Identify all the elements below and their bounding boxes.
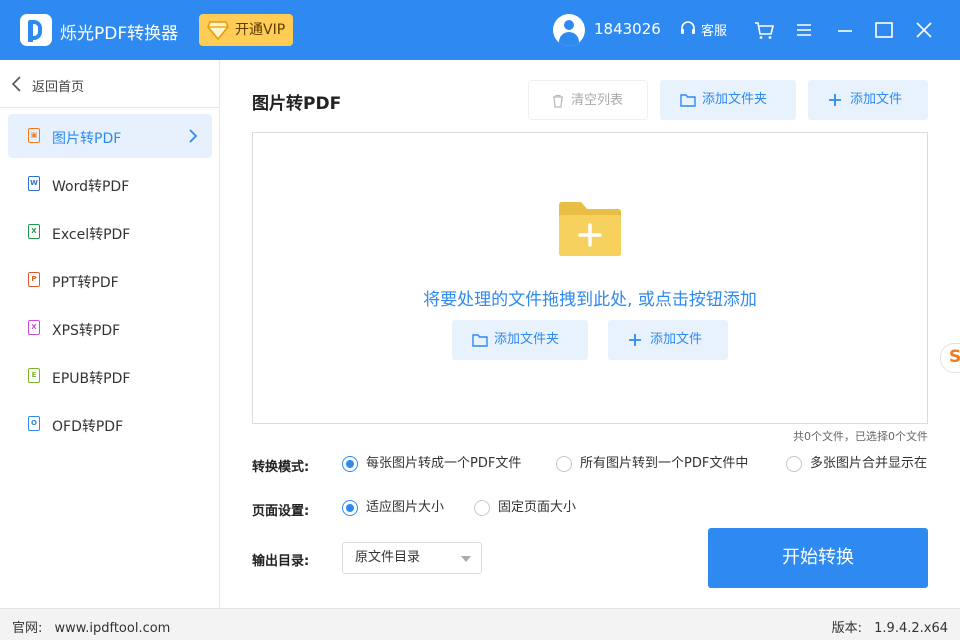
site-url[interactable]: www.ipdftool.com bbox=[55, 621, 171, 636]
status-bar: 官网: www.ipdftool.com 版本: 1.9.4.2.x64 bbox=[0, 608, 960, 640]
add-file-label: 添加文件 bbox=[650, 332, 703, 347]
epub-file-icon: E bbox=[28, 368, 40, 383]
sidebar-item-label: XPS转PDF bbox=[52, 323, 121, 339]
version-info: 版本: 1.9.4.2.x64 bbox=[832, 617, 948, 636]
cart-icon[interactable] bbox=[752, 18, 776, 42]
caret-down-icon bbox=[461, 556, 471, 562]
vip-button[interactable]: 开通VIP bbox=[199, 14, 293, 46]
back-home-button[interactable]: 返回首页 bbox=[0, 60, 219, 108]
mode-merge-radio[interactable]: 所有图片转到一个PDF文件中 bbox=[556, 455, 748, 475]
website-info: 官网: www.ipdftool.com bbox=[12, 617, 170, 636]
site-label: 官网: bbox=[12, 621, 43, 636]
sidebar-item-4[interactable]: X XPS转PDF bbox=[8, 306, 212, 350]
sidebar-item-6[interactable]: O OFD转PDF bbox=[8, 402, 212, 446]
plus-icon bbox=[629, 334, 641, 346]
sidebar-item-5[interactable]: E EPUB转PDF bbox=[8, 354, 212, 398]
add-file-label: 添加文件 bbox=[850, 92, 903, 107]
user-id[interactable]: 1843026 bbox=[594, 20, 661, 38]
plus-icon bbox=[829, 94, 841, 106]
sidebar-item-label: OFD转PDF bbox=[52, 419, 124, 435]
ofd-file-icon: O bbox=[28, 416, 40, 431]
add-file-button-top[interactable]: 添加文件 bbox=[808, 80, 928, 120]
maximize-icon[interactable] bbox=[872, 18, 896, 42]
diamond-icon bbox=[207, 21, 229, 40]
folder-icon bbox=[680, 94, 696, 107]
fit-image-radio[interactable]: 适应图片大小 bbox=[342, 499, 444, 519]
sidebar-item-1[interactable]: W Word转PDF bbox=[8, 162, 212, 206]
sidebar-item-label: Excel转PDF bbox=[52, 227, 131, 243]
sidebar-item-label: PPT转PDF bbox=[52, 275, 119, 291]
mode-each-label: 每张图片转成一个PDF文件 bbox=[366, 456, 522, 471]
image-file-icon: ▣ bbox=[28, 128, 40, 143]
sidebar-item-3[interactable]: P PPT转PDF bbox=[8, 258, 212, 302]
output-dir-label: 输出目录: bbox=[252, 554, 310, 569]
mode-combine-radio[interactable]: 多张图片合并显示在 bbox=[786, 455, 928, 475]
close-icon[interactable] bbox=[912, 18, 936, 42]
mode-each-radio[interactable]: 每张图片转成一个PDF文件 bbox=[342, 455, 521, 475]
drop-hint: 将要处理的文件拖拽到此处, 或点击按钮添加 bbox=[423, 290, 757, 310]
xps-file-icon: X bbox=[28, 320, 40, 335]
sidebar-item-label: 图片转PDF bbox=[52, 131, 122, 147]
support-button[interactable]: 客服 bbox=[679, 20, 727, 39]
minimize-icon[interactable] bbox=[833, 18, 857, 42]
chevron-left-icon bbox=[11, 76, 21, 92]
version-label: 版本: bbox=[831, 621, 862, 636]
add-folder-label: 添加文件夹 bbox=[702, 92, 768, 107]
page-title: 图片转PDF bbox=[252, 94, 342, 114]
output-dir-select[interactable]: 原文件目录 bbox=[342, 542, 482, 574]
vip-label: 开通VIP bbox=[235, 22, 286, 38]
fixed-page-radio[interactable]: 固定页面大小 bbox=[474, 499, 576, 519]
output-dir-value: 原文件目录 bbox=[355, 550, 421, 565]
sidebar-item-label: Word转PDF bbox=[52, 179, 130, 195]
file-count: 共0个文件，已选择0个文件 bbox=[793, 430, 928, 443]
back-home-label: 返回首页 bbox=[32, 80, 85, 95]
sidebar-item-label: EPUB转PDF bbox=[52, 371, 131, 387]
page-settings-label: 页面设置: bbox=[252, 504, 310, 519]
side-tab-glyph: S bbox=[949, 347, 960, 367]
add-folder-button[interactable]: 添加文件夹 bbox=[452, 320, 588, 360]
menu-icon[interactable] bbox=[792, 18, 816, 42]
sidebar-item-0[interactable]: ▣ 图片转PDF bbox=[8, 114, 212, 158]
title-bar: 烁光PDF转换器 开通VIP 1843026 客服 bbox=[0, 0, 960, 60]
folder-icon bbox=[472, 334, 488, 347]
sidebar: 返回首页 ▣ 图片转PDF W Word转PDF X Excel转PDF P PPT转PDF X… bbox=[0, 60, 220, 608]
support-label: 客服 bbox=[701, 24, 728, 39]
mode-label: 转换模式: bbox=[252, 460, 310, 475]
fit-image-label: 适应图片大小 bbox=[366, 500, 445, 515]
trash-icon bbox=[553, 94, 563, 108]
chevron-right-icon bbox=[189, 129, 198, 143]
add-file-button[interactable]: 添加文件 bbox=[608, 320, 728, 360]
ppt-file-icon: P bbox=[28, 272, 40, 287]
clear-list-button[interactable]: 清空列表 bbox=[528, 80, 648, 120]
version-value: 1.9.4.2.x64 bbox=[874, 621, 948, 636]
sidebar-item-2[interactable]: X Excel转PDF bbox=[8, 210, 212, 254]
mode-merge-label: 所有图片转到一个PDF文件中 bbox=[580, 456, 749, 471]
main-panel: 图片转PDF 清空列表 添加文件夹 添加文件 将要处理的文件拖拽到此处, 或点击… bbox=[220, 60, 960, 608]
app-logo-icon bbox=[20, 14, 52, 46]
add-folder-button-top[interactable]: 添加文件夹 bbox=[660, 80, 796, 120]
headset-icon bbox=[681, 21, 695, 34]
start-convert-button[interactable]: 开始转换 bbox=[708, 528, 928, 588]
word-file-icon: W bbox=[28, 176, 40, 191]
folder-add-icon bbox=[559, 202, 621, 256]
drop-zone[interactable]: 将要处理的文件拖拽到此处, 或点击按钮添加 添加文件夹 添加文件 bbox=[252, 132, 928, 424]
app-name: 烁光PDF转换器 bbox=[60, 24, 179, 44]
side-floating-tab[interactable]: S bbox=[940, 343, 960, 373]
avatar[interactable] bbox=[553, 14, 585, 46]
excel-file-icon: X bbox=[28, 224, 40, 239]
clear-list-label: 清空列表 bbox=[571, 93, 624, 108]
mode-combine-label: 多张图片合并显示在 bbox=[810, 456, 928, 471]
fixed-page-label: 固定页面大小 bbox=[498, 500, 577, 515]
add-folder-label: 添加文件夹 bbox=[494, 332, 560, 347]
